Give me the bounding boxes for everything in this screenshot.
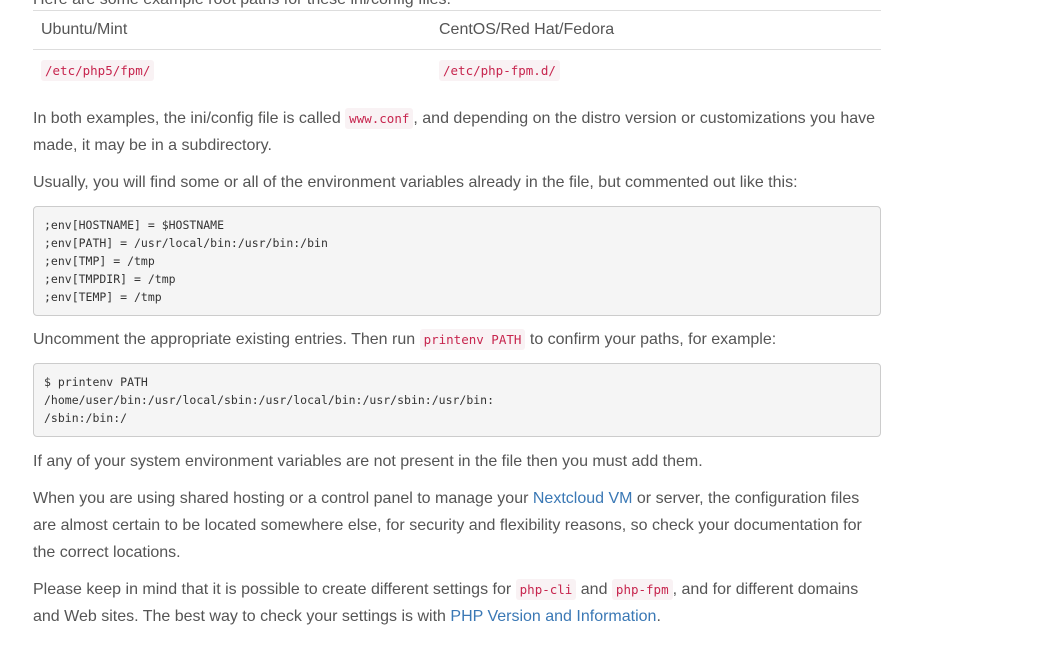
table-row: /etc/php5/fpm/ /etc/php-fpm.d/ [33, 49, 881, 91]
inline-code: /etc/php5/fpm/ [41, 59, 155, 81]
table-cell-centos-path: /etc/php-fpm.d/ [431, 49, 881, 91]
inline-code-www-conf: www.conf [345, 108, 414, 129]
paragraph-env-vars: Usually, you will find some or all of th… [33, 174, 798, 191]
table-header-centos: CentOS/Red Hat/Fedora [431, 10, 881, 50]
inline-code-php-cli: php-cli [515, 579, 577, 600]
doc-content: Here are some example root paths for the… [33, 0, 881, 630]
paragraph-settings: Please keep in mind that it is possible … [33, 579, 859, 625]
paragraph-missing-vars: If any of your system environment variab… [33, 453, 703, 470]
table-cell-ubuntu-path: /etc/php5/fpm/ [33, 49, 431, 91]
paragraph-shared-hosting: When you are using shared hosting or a c… [33, 490, 862, 561]
code-block-printenv: $ printenv PATH /home/user/bin:/usr/loca… [33, 363, 881, 437]
code-block-env: ;env[HOSTNAME] = $HOSTNAME ;env[PATH] = … [33, 206, 881, 316]
paragraph-ini-file: In both examples, the ini/config file is… [33, 108, 876, 154]
nextcloud-vm-link[interactable]: Nextcloud VM [533, 490, 633, 507]
table-header-row: Ubuntu/Mint CentOS/Red Hat/Fedora [33, 10, 881, 50]
table-header-ubuntu: Ubuntu/Mint [33, 10, 431, 50]
paths-table: Ubuntu/Mint CentOS/Red Hat/Fedora /etc/p… [33, 10, 881, 91]
intro-paragraph: Here are some example root paths for the… [33, 0, 881, 10]
inline-code-printenv: printenv PATH [419, 329, 526, 350]
inline-code: /etc/php-fpm.d/ [439, 59, 560, 81]
paragraph-uncomment: Uncomment the appropriate existing entri… [33, 329, 777, 350]
php-version-info-link[interactable]: PHP Version and Information [450, 608, 656, 625]
inline-code-php-fpm: php-fpm [611, 579, 673, 600]
